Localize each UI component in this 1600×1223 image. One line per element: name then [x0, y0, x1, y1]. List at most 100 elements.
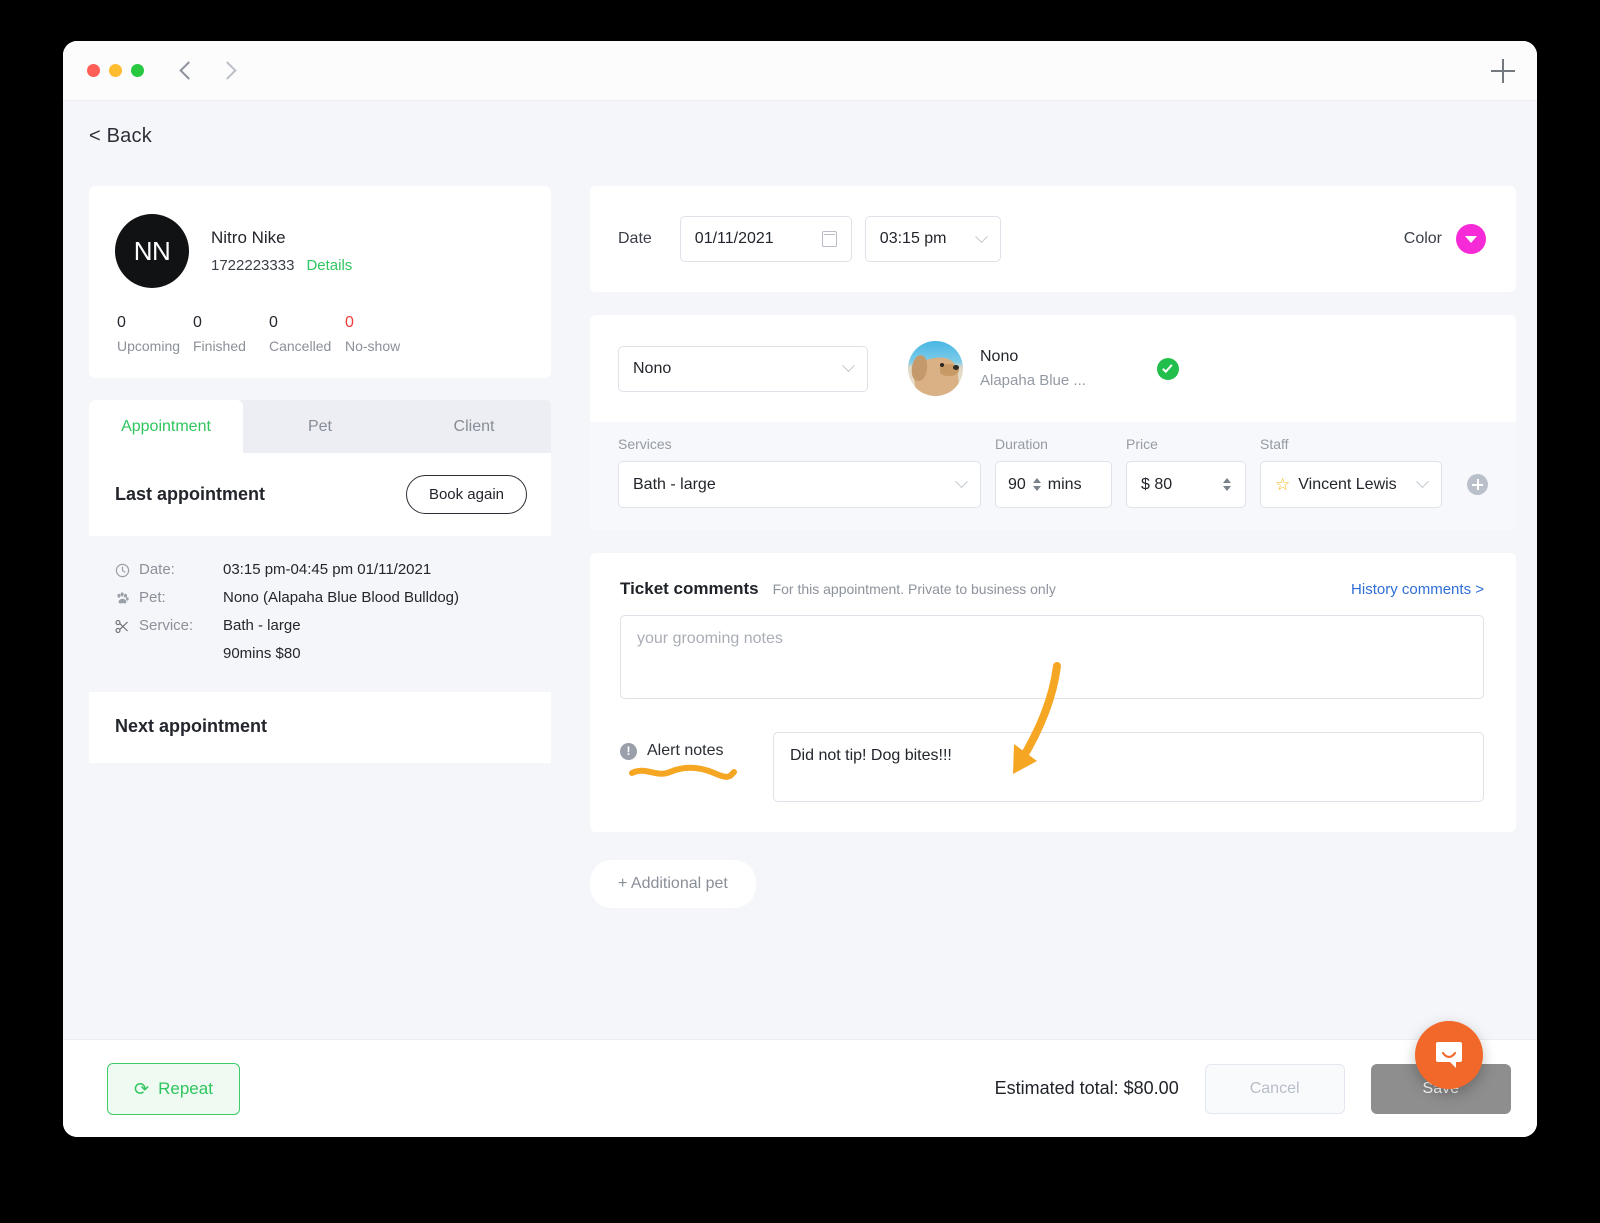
last-appointment-details: Date: 03:15 pm-04:45 pm 01/11/2021 Pet: … — [89, 536, 551, 693]
time-select[interactable]: 03:15 pm — [864, 216, 1001, 262]
back-link[interactable]: < Back — [89, 125, 152, 148]
alert-notes-input[interactable] — [773, 732, 1484, 802]
back-chevron-icon[interactable] — [179, 61, 198, 80]
detail-label: Service: — [139, 617, 194, 635]
forward-chevron-icon[interactable] — [218, 61, 237, 80]
date-value: 01/11/2021 — [694, 230, 774, 247]
date-input[interactable]: 01/11/2021 — [679, 216, 852, 262]
client-card: NN Nitro Nike 1722223333 Details 0 Upcom… — [89, 186, 551, 379]
tab-client[interactable]: Client — [397, 400, 551, 454]
date-label: Date — [618, 230, 652, 247]
detail-row-date: Date: 03:15 pm-04:45 pm 01/11/2021 — [115, 556, 525, 584]
client-phone: 1722223333 — [211, 257, 295, 274]
cancel-button[interactable]: Cancel — [1204, 1063, 1345, 1114]
left-tabs: Appointment Pet Client — [89, 400, 551, 454]
price-stepper[interactable] — [1223, 478, 1231, 491]
tab-appointment[interactable]: Appointment — [89, 400, 243, 454]
client-details-link[interactable]: Details — [306, 257, 352, 274]
stat-upcoming: 0 Upcoming — [117, 314, 193, 356]
service-select[interactable]: Bath - large — [618, 461, 981, 508]
date-panel: Date 01/11/2021 03:15 pm Color — [590, 186, 1516, 292]
next-appointment-section: Next appointment — [89, 692, 551, 763]
detail-row-service: Service: Bath - large — [115, 612, 525, 640]
app-window: < Back NN Nitro Nike 1722223333 Details — [63, 41, 1537, 1137]
color-picker[interactable]: Color — [1404, 224, 1486, 254]
client-identity: Nitro Nike 1722223333 Details — [211, 228, 352, 274]
additional-pet-button[interactable]: + Additional pet — [590, 860, 756, 908]
ticket-comments-title: Ticket comments — [620, 579, 759, 598]
tab-pet[interactable]: Pet — [243, 400, 397, 454]
chevron-down-icon — [842, 359, 855, 373]
client-subrow: 1722223333 Details — [211, 257, 352, 274]
star-icon: ☆ — [1275, 475, 1291, 494]
stat-label: Cancelled — [269, 338, 332, 354]
pet-info: Nono Alapaha Blue ... — [908, 341, 1179, 396]
intercom-launcher[interactable] — [1415, 1021, 1483, 1089]
service-duration-price: 90mins $80 — [223, 645, 301, 663]
client-stats: 0 Upcoming 0 Finished 0 Cancelled 0 No-s… — [115, 314, 525, 356]
calendar-icon[interactable] — [821, 231, 837, 247]
client-name: Nitro Nike — [211, 228, 286, 247]
pet-select[interactable]: Nono — [618, 345, 868, 392]
comments-header: Ticket comments For this appointment. Pr… — [620, 579, 1484, 599]
clock-icon — [115, 556, 139, 584]
staff-field: Staff ☆ Vincent Lewis — [1260, 436, 1442, 508]
services-column-label: Services — [618, 436, 672, 452]
app-body: < Back NN Nitro Nike 1722223333 Details — [63, 101, 1537, 1039]
appointment-panel: Last appointment Book again Date: 03:15 … — [89, 453, 551, 954]
duration-column-label: Duration — [995, 436, 1048, 452]
duration-input[interactable]: 90 mins — [995, 461, 1112, 508]
estimated-total: Estimated total: $80.00 — [994, 1078, 1179, 1098]
alert-info-icon: ! — [620, 742, 637, 760]
stat-no-show: 0 No-show — [345, 314, 425, 356]
maximize-window-icon[interactable] — [131, 64, 144, 77]
alert-notes-label: ! Alert notes — [620, 732, 773, 780]
color-swatch[interactable] — [1456, 224, 1486, 254]
stat-label: No-show — [345, 338, 401, 354]
stat-value: 0 — [345, 314, 354, 331]
close-window-icon[interactable] — [87, 64, 100, 77]
chevron-down-icon — [955, 475, 968, 489]
left-column: NN Nitro Nike 1722223333 Details 0 Upcom… — [89, 186, 551, 1039]
verified-check-icon — [1156, 357, 1179, 380]
detail-value: 03:15 pm-04:45 pm 01/11/2021 — [223, 561, 432, 579]
pet-select-value: Nono — [633, 359, 672, 377]
new-tab-plus-icon[interactable] — [1491, 58, 1515, 83]
duration-field: Duration 90 mins — [995, 436, 1112, 508]
chevron-down-icon — [1416, 475, 1429, 489]
add-service-button[interactable] — [1467, 474, 1488, 495]
price-amount: $ 80 — [1141, 476, 1172, 494]
duration-stepper[interactable] — [1032, 478, 1041, 491]
stat-finished: 0 Finished — [193, 314, 269, 356]
pet-name: Nono — [980, 348, 1019, 365]
paw-icon — [115, 584, 139, 612]
stat-cancelled: 0 Cancelled — [269, 314, 345, 356]
pet-panel: Nono Nono Alapaha Blue ... Services Bath… — [590, 315, 1516, 530]
duration-value: 90 — [1008, 475, 1026, 493]
detail-label-empty — [139, 640, 223, 668]
repeat-icon: ⟳ — [134, 1078, 150, 1099]
price-column-label: Price — [1126, 436, 1158, 452]
minimize-window-icon[interactable] — [109, 64, 122, 77]
duration-unit: mins — [1047, 475, 1082, 493]
pet-avatar — [908, 341, 963, 396]
content-area: NN Nitro Nike 1722223333 Details 0 Upcom… — [63, 186, 1537, 1039]
next-appointment-title: Next appointment — [115, 716, 268, 737]
client-row: NN Nitro Nike 1722223333 Details — [115, 214, 525, 288]
repeat-button[interactable]: ⟳ Repeat — [107, 1062, 240, 1115]
stat-label: Upcoming — [117, 338, 181, 354]
pet-name-block: Nono Alapaha Blue ... — [980, 348, 1086, 389]
book-again-button[interactable]: Book again — [405, 475, 527, 515]
price-input[interactable]: $ 80 — [1126, 461, 1246, 508]
nav-arrows — [179, 61, 237, 80]
staff-select[interactable]: ☆ Vincent Lewis — [1260, 461, 1442, 508]
annotation-underline — [629, 764, 737, 780]
history-comments-link[interactable]: History comments > — [1351, 581, 1484, 598]
comments-panel: Ticket comments For this appointment. Pr… — [590, 553, 1516, 832]
grooming-notes-input[interactable] — [620, 615, 1484, 699]
stat-value: 0 — [117, 314, 126, 331]
scissors-icon — [115, 612, 139, 640]
service-value: Bath - large — [633, 475, 716, 493]
stat-value: 0 — [193, 314, 202, 331]
price-field: Price $ 80 — [1126, 436, 1246, 508]
